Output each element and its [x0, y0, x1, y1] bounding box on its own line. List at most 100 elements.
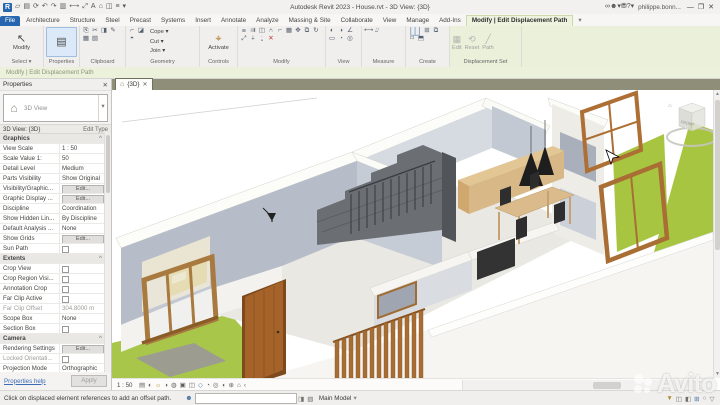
thin-lines-icon[interactable]: ≡: [115, 2, 119, 12]
tab-structure[interactable]: Structure: [65, 16, 101, 26]
edit-button[interactable]: Edit...: [62, 235, 104, 243]
prop-section-graphics[interactable]: Graphics^: [0, 134, 105, 144]
tab-add-ins[interactable]: Add-Ins: [434, 16, 466, 26]
checkbox[interactable]: [62, 326, 69, 333]
pin-icon[interactable]: ⍭: [249, 35, 257, 42]
prop-row-discipline[interactable]: DisciplineCoordination: [0, 204, 105, 214]
prop-row-default-analysis[interactable]: Default Analysis ...None: [0, 224, 105, 234]
panel-label-properties[interactable]: Properties: [44, 58, 79, 67]
prop-row-crop-view[interactable]: Crop View: [0, 264, 105, 274]
vertical-scroll-thumb[interactable]: [715, 100, 720, 250]
copy-icon[interactable]: ◨: [100, 27, 108, 34]
tab-manage[interactable]: Manage: [401, 16, 434, 26]
revit-logo[interactable]: R: [3, 3, 12, 12]
checkbox[interactable]: [62, 266, 69, 273]
measure-icon[interactable]: ⟷: [69, 2, 79, 12]
modify-tool-button[interactable]: ↖ Modify: [2, 27, 41, 57]
view-extra-icon[interactable]: ▭: [328, 35, 336, 42]
split-icon[interactable]: ⑃: [267, 27, 275, 34]
trim-icon[interactable]: ⌐: [276, 27, 284, 34]
prop-row-graphic-display[interactable]: Graphic Display ...Edit...: [0, 194, 105, 204]
apply-button[interactable]: Apply: [71, 375, 107, 387]
prop-value[interactable]: Edit...: [60, 234, 105, 243]
prop-row-detail-level[interactable]: Detail LevelMedium: [0, 164, 105, 174]
prop-value[interactable]: [60, 354, 105, 363]
create-parts-icon[interactable]: ⬒: [417, 35, 425, 42]
override-graphics-icon[interactable]: ◑: [337, 27, 345, 34]
dimension-icon[interactable]: ⤢: [82, 2, 88, 12]
prop-value[interactable]: Edit...: [60, 194, 105, 203]
reset-displacement-button[interactable]: ⟲Reset: [465, 34, 480, 51]
worksets-icon[interactable]: ◨: [297, 396, 306, 403]
detail-level-icon[interactable]: ▤: [137, 382, 146, 389]
prop-row-far-clip-offset[interactable]: Far Clip Offset304.8000 m: [0, 304, 105, 314]
horizontal-scrollbar[interactable]: [462, 380, 713, 390]
prop-row-view-scale[interactable]: View Scale1 : 50: [0, 144, 105, 154]
prop-value[interactable]: [60, 274, 105, 283]
crop-view-icon[interactable]: ▣: [178, 382, 187, 389]
clipboard-extra-icon[interactable]: ▦: [82, 35, 90, 42]
panel-label-controls[interactable]: Controls: [200, 58, 237, 67]
panel-label-clipboard[interactable]: Clipboard: [80, 58, 125, 67]
unpin-icon[interactable]: ⍮: [258, 35, 266, 42]
properties-help-link[interactable]: Properties help: [4, 378, 46, 385]
hide-element-icon[interactable]: ◐: [328, 27, 336, 34]
array-icon[interactable]: ▦: [285, 27, 293, 34]
sun-path-icon[interactable]: ☼: [154, 382, 163, 389]
print-icon[interactable]: ▥: [60, 2, 67, 12]
prop-value[interactable]: Edit...: [60, 184, 105, 193]
tab-massing-site[interactable]: Massing & Site: [284, 16, 336, 26]
tab-view[interactable]: View: [378, 16, 402, 26]
tab-[interactable]: ▾: [573, 16, 586, 26]
prop-row-crop-region-visi[interactable]: Crop Region Visi...: [0, 274, 105, 284]
rotate-icon[interactable]: ↻: [312, 27, 320, 34]
prop-section-extents[interactable]: Extents^: [0, 254, 105, 264]
view-tab-3d[interactable]: ⌂ {3D} ✕: [115, 78, 153, 90]
geometry-cope-button[interactable]: Cope ▾: [150, 28, 168, 37]
scroll-up-icon[interactable]: ▲: [714, 90, 720, 98]
design-options-icon[interactable]: ▧: [306, 396, 315, 403]
pinned-select-icon[interactable]: ⊞: [693, 395, 701, 403]
mirror-icon[interactable]: ◫: [258, 27, 266, 34]
create-assembly-icon[interactable]: ⌑: [408, 35, 416, 42]
signed-in-user[interactable]: philippe.bonn...: [638, 4, 681, 11]
close-button[interactable]: ✕: [706, 4, 716, 11]
measure-length-icon[interactable]: ⟷: [364, 27, 372, 34]
prop-value[interactable]: [60, 294, 105, 303]
properties-toggle-button[interactable]: ▤: [46, 27, 77, 57]
properties-close-icon[interactable]: ✕: [103, 81, 108, 89]
type-selector[interactable]: ⌂ 3D View ▾: [3, 94, 108, 122]
checkbox[interactable]: [62, 356, 69, 363]
move-icon[interactable]: ✥: [294, 27, 302, 34]
minimize-button[interactable]: —: [685, 4, 696, 11]
checkbox[interactable]: [62, 276, 69, 283]
geometry-cut-button[interactable]: Cut ▾: [150, 38, 168, 47]
measure-angle-icon[interactable]: ⌰: [373, 27, 381, 34]
checkbox[interactable]: [62, 246, 69, 253]
prop-row-rendering-settings[interactable]: Rendering SettingsEdit...: [0, 344, 105, 354]
text-icon[interactable]: A: [91, 2, 96, 12]
panel-label-measure[interactable]: Measure: [362, 58, 405, 67]
type-selector-dropdown-icon[interactable]: ▾: [98, 95, 107, 121]
offset-icon[interactable]: ⇉: [249, 27, 257, 34]
sync-icon[interactable]: ⟳: [33, 2, 39, 12]
select-by-face-icon[interactable]: ○: [701, 395, 708, 402]
prop-row-scope-box[interactable]: Scope BoxNone: [0, 314, 105, 324]
displacement-box-icon[interactable]: ◫: [408, 27, 422, 34]
worksets-field[interactable]: [195, 393, 297, 404]
edit-button[interactable]: Edit...: [62, 345, 104, 353]
properties-scrollbar[interactable]: [104, 133, 111, 372]
default-3d-view-icon[interactable]: ⌂: [99, 2, 103, 12]
prop-row-parts-visibility[interactable]: Parts VisibilityShow Original: [0, 174, 105, 184]
tab-insert[interactable]: Insert: [190, 16, 216, 26]
panel-label-geometry[interactable]: Geometry: [126, 58, 199, 67]
paste-icon[interactable]: ⎘: [82, 27, 90, 34]
prop-row-far-clip-active[interactable]: Far Clip Active: [0, 294, 105, 304]
worksharing-display-icon[interactable]: ◖: [220, 382, 227, 389]
prop-value[interactable]: [60, 284, 105, 293]
section-icon[interactable]: ◫: [106, 2, 113, 12]
linework-icon[interactable]: ∠: [346, 27, 354, 34]
drawing-canvas[interactable]: ⌂ FRONT ◎ ⊕ ▾: [112, 90, 713, 378]
prop-row-section-box[interactable]: Section Box: [0, 324, 105, 334]
tab-systems[interactable]: Systems: [156, 16, 190, 26]
